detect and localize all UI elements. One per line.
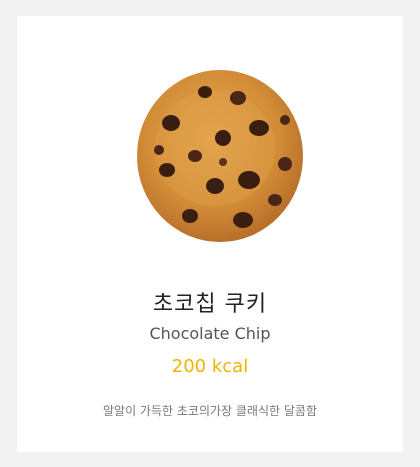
cookie-image [135, 68, 305, 244]
product-name-korean: 초코칩 쿠키 [152, 292, 268, 317]
product-name-english: Chocolate Chip [149, 324, 271, 343]
calorie-label: 200 kcal [171, 356, 249, 377]
product-card[interactable]: 초코칩 쿠키 Chocolate Chip 200 kcal 알알이 가득한 초… [17, 16, 403, 452]
product-description: 알알이 가득한 초코의가장 클래식한 달콤함 [103, 404, 317, 418]
